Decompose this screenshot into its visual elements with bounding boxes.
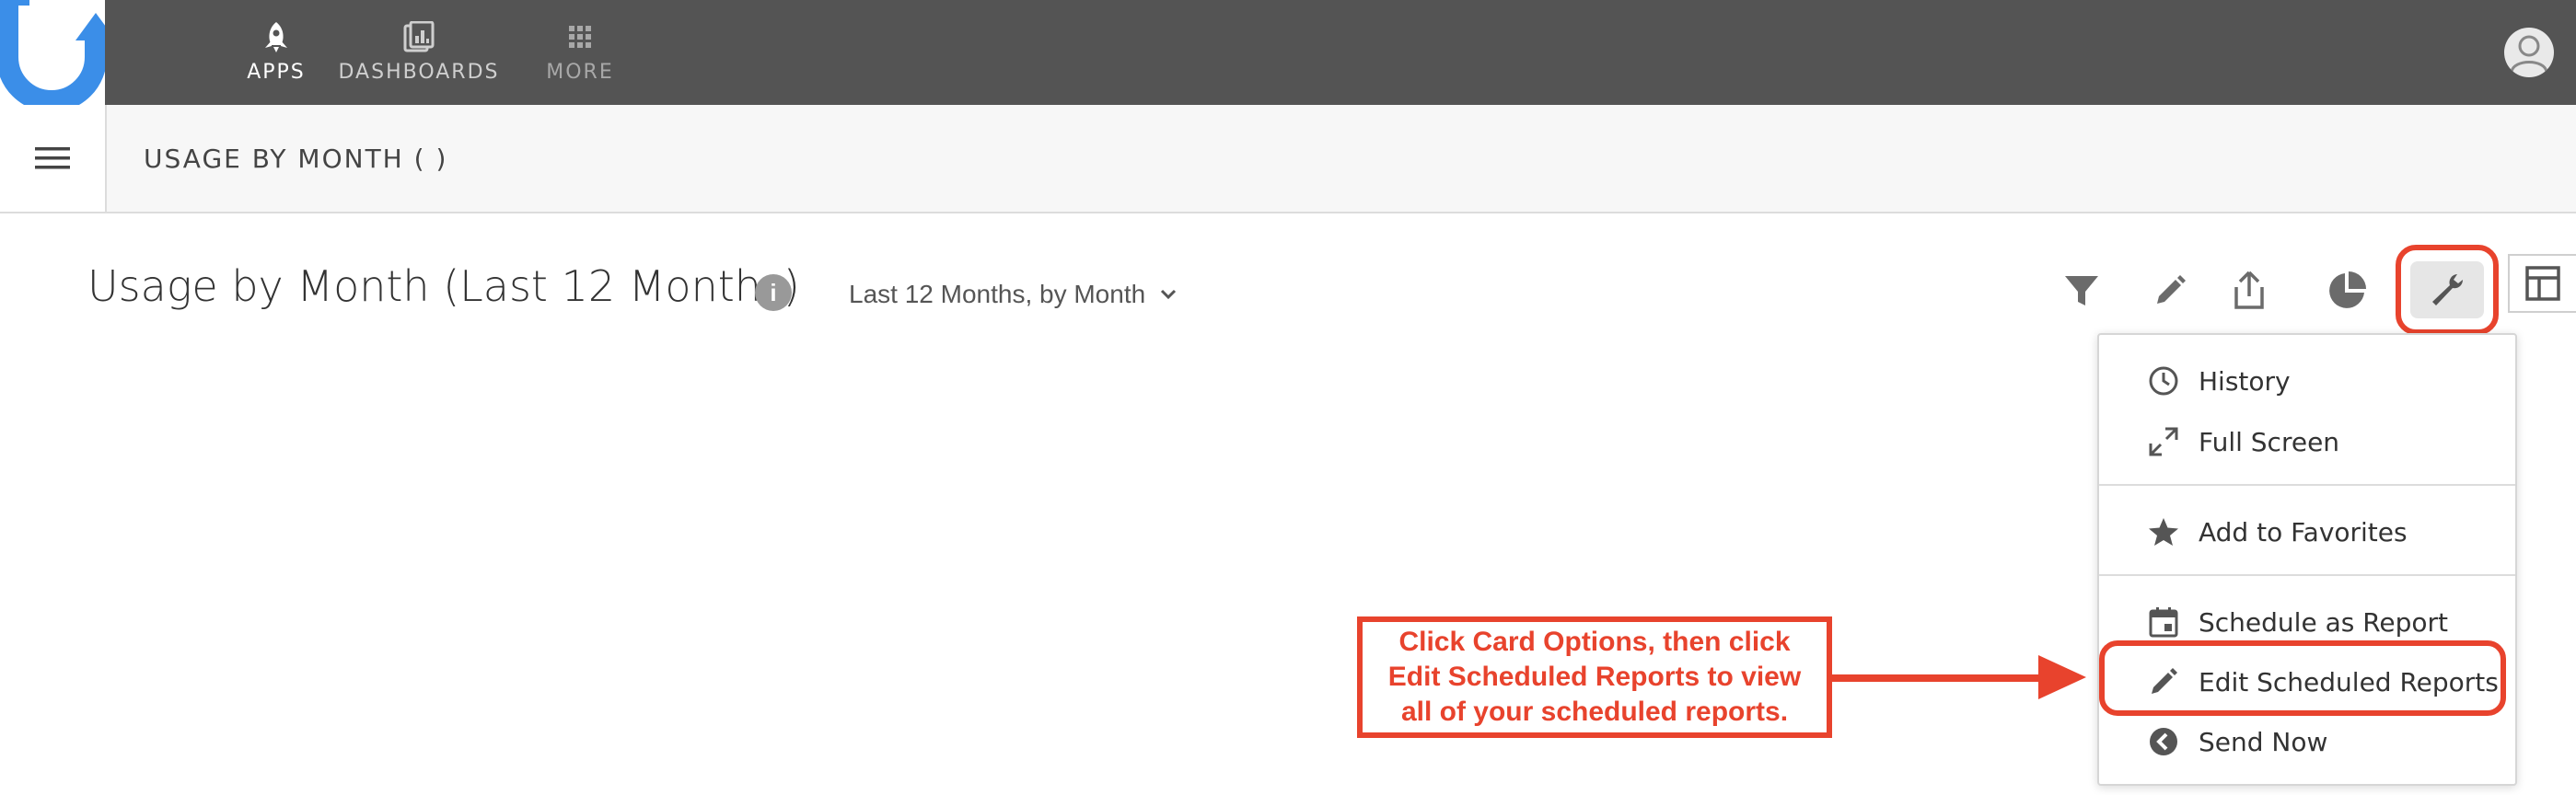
card-title: Usage by Month (Last 12 Months) — [87, 261, 800, 311]
clock-icon — [2147, 364, 2180, 398]
menu-divider — [2099, 484, 2515, 486]
callout-line-1: Click Card Options, then click — [1398, 627, 1791, 657]
menu-item-full-screen[interactable]: Full Screen — [2099, 412, 2515, 471]
filter-icon — [2065, 276, 2098, 305]
edit-scheduled-reports-highlight — [2099, 640, 2506, 716]
send-icon — [2147, 725, 2180, 758]
hamburger-icon — [35, 147, 70, 169]
card-options-button[interactable] — [2410, 261, 2484, 318]
logo-icon — [0, 0, 116, 112]
menu-item-history-label: History — [2199, 365, 2291, 397]
instruction-callout: Click Card Options, then click Edit Sche… — [1357, 616, 1832, 738]
nav-more-label: MORE — [546, 61, 614, 84]
pencil-icon — [2157, 275, 2186, 304]
page-title: USAGE BY MONTH ( ) — [144, 144, 448, 174]
nav-more[interactable]: MORE — [534, 0, 626, 105]
edit-card-button[interactable] — [2138, 261, 2202, 320]
dashboard-icon — [403, 18, 435, 55]
date-range-selector[interactable]: Last 12 Months, by Month — [849, 280, 1177, 309]
nav-apps-label: APPS — [247, 61, 306, 84]
nav-dashboards[interactable]: DASHBOARDS — [338, 0, 500, 105]
menu-item-full-screen-label: Full Screen — [2199, 426, 2340, 457]
callout-text: Click Card Options, then click Edit Sche… — [1388, 625, 1801, 730]
date-range-label: Last 12 Months, by Month — [849, 280, 1146, 308]
expand-icon — [2147, 425, 2180, 458]
grid-icon — [567, 18, 593, 55]
user-avatar[interactable] — [2504, 28, 2554, 77]
menu-item-history[interactable]: History — [2099, 351, 2515, 410]
card-options-menu: History Full Screen Add to Favorites Sch… — [2097, 333, 2517, 786]
pie-chart-icon — [2329, 271, 2366, 308]
info-icon[interactable]: i — [755, 274, 792, 311]
layout-toggle-button[interactable] — [2508, 254, 2576, 313]
share-icon — [2234, 271, 2264, 309]
nav-apps[interactable]: APPS — [221, 0, 331, 105]
card-options-highlight — [2396, 245, 2499, 335]
top-nav-bar: APPS DASHBOARDS MORE — [0, 0, 2576, 112]
layout-icon — [2525, 266, 2560, 301]
page-header: USAGE BY MONTH ( ) — [0, 105, 2576, 213]
callout-line-3: all of your scheduled reports. — [1400, 697, 1789, 727]
menu-divider — [2099, 574, 2515, 576]
chart-type-button[interactable] — [2315, 261, 2379, 320]
menu-item-schedule-as-report-label: Schedule as Report — [2199, 606, 2449, 638]
callout-line-2: Edit Scheduled Reports to view — [1387, 662, 1802, 692]
callout-arrow-line — [1830, 674, 2042, 682]
menu-item-add-to-favorites[interactable]: Add to Favorites — [2099, 502, 2515, 561]
share-button[interactable] — [2217, 261, 2281, 320]
menu-item-send-now-label: Send Now — [2199, 726, 2328, 757]
calendar-icon — [2147, 605, 2180, 639]
filter-button[interactable] — [2049, 261, 2114, 320]
menu-toggle-button[interactable] — [0, 105, 107, 212]
star-icon — [2147, 515, 2180, 548]
menu-item-add-to-favorites-label: Add to Favorites — [2199, 516, 2408, 547]
app-logo[interactable] — [0, 0, 116, 112]
chevron-down-icon — [1161, 289, 1177, 300]
menu-item-send-now[interactable]: Send Now — [2099, 712, 2515, 771]
rocket-icon — [262, 18, 290, 55]
callout-arrow-head — [2038, 655, 2086, 699]
wrench-icon — [2432, 274, 2464, 305]
user-icon — [2510, 35, 2548, 73]
nav-dashboards-label: DASHBOARDS — [338, 61, 500, 84]
